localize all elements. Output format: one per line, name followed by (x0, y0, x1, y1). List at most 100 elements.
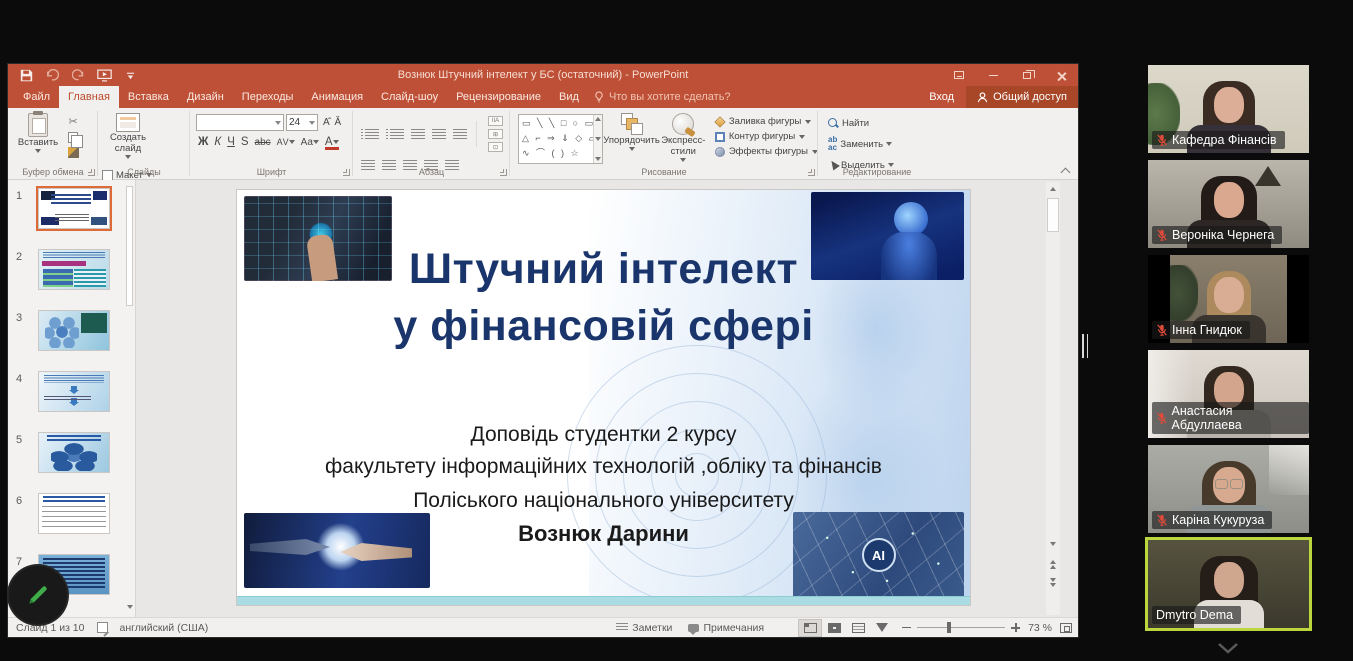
previous-slide-icon[interactable] (1046, 557, 1060, 571)
sign-in-button[interactable]: Вход (917, 91, 966, 103)
italic-button[interactable]: К (214, 136, 221, 148)
participant-tile[interactable]: Кафедра Фінансів (1148, 65, 1309, 153)
tab-slideshow[interactable]: Слайд-шоу (372, 86, 447, 108)
char-spacing-button[interactable]: АV (277, 137, 295, 147)
share-button[interactable]: Общий доступ (966, 86, 1078, 108)
text-direction-icon[interactable]: ІІА (488, 116, 503, 126)
zoom-slider-thumb[interactable] (947, 622, 951, 633)
slide-thumbnail-4[interactable]: 4 (8, 371, 135, 429)
find-button[interactable]: Найти (828, 115, 936, 131)
powerpoint-window: Вознюк Штучний інтелект у БС (остаточний… (8, 64, 1078, 637)
cut-icon[interactable]: ✂ (68, 115, 79, 128)
increase-indent-icon[interactable] (432, 129, 446, 140)
shape-outline-button[interactable]: Контур фигуры (715, 131, 818, 142)
language-indicator[interactable]: английский (США) (120, 622, 209, 634)
bullets-icon[interactable] (365, 129, 379, 140)
zoom-out-icon[interactable] (902, 627, 911, 629)
tab-animations[interactable]: Анимация (302, 86, 372, 108)
font-size-combo[interactable]: 24 (286, 114, 318, 131)
tab-design[interactable]: Дизайн (178, 86, 233, 108)
smartart-icon[interactable]: ⊡ (488, 142, 503, 152)
normal-view-button[interactable] (798, 619, 822, 637)
participant-tile[interactable]: Анастасия Абдуллаева (1148, 350, 1309, 438)
tell-me-box[interactable]: Что вы хотите сделать? (594, 86, 731, 108)
qat-customize-icon[interactable] (122, 68, 138, 82)
participant-tile[interactable]: Інна Гнидюк (1148, 255, 1309, 343)
annotation-tool-button[interactable] (9, 566, 67, 624)
save-icon[interactable] (18, 68, 34, 82)
tab-home[interactable]: Главная (59, 86, 119, 108)
participant-tile-active-speaker[interactable]: Dmytro Dema (1148, 540, 1309, 628)
tab-view[interactable]: Вид (550, 86, 588, 108)
slide-area-scrollbar[interactable] (1046, 182, 1060, 615)
shapes-gallery[interactable]: ▭ ╲ ╲ □ ○ ▭ △ ⌐ ⇒ ⇓ ◇ ▱ ∿ ⌒ ( ) ☆ (518, 114, 603, 164)
scroll-up-icon[interactable] (1046, 182, 1060, 196)
slide-thumbnail-2[interactable]: 2 (8, 249, 135, 307)
ai-badge: AI (862, 538, 896, 572)
strikethrough-button[interactable]: abc (255, 137, 271, 148)
collapse-ribbon-icon[interactable] (1060, 167, 1072, 175)
undo-icon[interactable] (44, 68, 60, 82)
shapes-scrollbar[interactable] (593, 115, 602, 163)
slide-thumbnail-6[interactable]: 6 (8, 493, 135, 551)
shadow-button[interactable]: S (241, 136, 249, 148)
replace-button[interactable]: abacЗаменить (828, 136, 936, 152)
scroll-down-icon[interactable] (1046, 537, 1060, 551)
font-name-combo[interactable] (196, 114, 284, 131)
tab-file[interactable]: Файл (14, 86, 59, 108)
participant-nametag: Вероніка Чернега (1152, 226, 1282, 244)
participant-tile[interactable]: Каріна Кукуруза (1148, 445, 1309, 533)
change-case-button[interactable]: Aa (301, 137, 319, 148)
decrease-indent-icon[interactable] (411, 129, 425, 140)
shape-fill-button[interactable]: Заливка фигуры (715, 116, 818, 127)
slide-sorter-view-button[interactable] (822, 619, 846, 637)
next-slide-icon[interactable] (1046, 575, 1060, 589)
clipboard-dialog-launcher-icon[interactable] (88, 169, 95, 176)
ribbon-display-options-icon[interactable] (942, 64, 976, 86)
zoom-percent[interactable]: 73 % (1028, 622, 1052, 634)
zoom-in-icon[interactable] (1011, 623, 1020, 632)
paragraph-dialog-launcher-icon[interactable] (500, 169, 507, 176)
font-color-button[interactable]: А (325, 136, 339, 148)
numbering-icon[interactable] (390, 129, 404, 140)
drawing-dialog-launcher-icon[interactable] (808, 169, 815, 176)
underline-button[interactable]: Ч (227, 136, 235, 148)
more-participants-button[interactable] (1214, 640, 1242, 656)
participant-tile[interactable]: Вероніка Чернега (1148, 160, 1309, 248)
thumbnail-scroll-down-icon[interactable] (127, 605, 133, 609)
redo-icon[interactable] (70, 68, 86, 82)
shape-effects-button[interactable]: Эффекты фигуры (715, 146, 818, 157)
format-painter-icon[interactable] (68, 147, 79, 158)
notes-button[interactable]: Заметки (612, 620, 676, 636)
grow-shrink-font-icon[interactable]: А̂ А̌ (323, 117, 342, 128)
reading-view-button[interactable] (846, 619, 870, 637)
tab-review[interactable]: Рецензирование (447, 86, 550, 108)
start-slideshow-icon[interactable] (96, 68, 112, 82)
slide-thumbnail-1[interactable]: 1 (8, 188, 135, 246)
font-dialog-launcher-icon[interactable] (343, 169, 350, 176)
slideshow-view-button[interactable] (870, 619, 894, 637)
line-spacing-icon[interactable] (453, 129, 467, 140)
slide-thumbnail-5[interactable]: 5 (8, 432, 135, 490)
restore-icon[interactable] (1010, 64, 1044, 86)
panel-resize-handle[interactable] (1082, 334, 1090, 358)
tab-transitions[interactable]: Переходы (233, 86, 303, 108)
notes-status-icon[interactable] (97, 622, 108, 633)
scrollbar-thumb[interactable] (1047, 198, 1059, 232)
comments-button[interactable]: Примечания (684, 620, 768, 636)
fit-slide-to-window-icon[interactable] (1060, 623, 1072, 633)
new-slide-button[interactable]: Создать слайд (104, 108, 152, 159)
slide-canvas[interactable]: Штучний інтелект у фінансовій сфері Допо… (237, 190, 970, 605)
align-text-icon[interactable]: ⊞ (488, 129, 503, 139)
thumbnail-scrollbar[interactable] (125, 186, 134, 586)
zoom-slider[interactable] (917, 627, 1005, 628)
copy-icon[interactable] (68, 132, 78, 143)
slide-body-line-3: Поліського національного університету (237, 489, 970, 513)
slide-thumbnail-3[interactable]: 3 (8, 310, 135, 368)
minimize-icon[interactable] (976, 64, 1010, 86)
mic-off-icon (1156, 412, 1168, 424)
paste-button[interactable]: Вставить (16, 108, 60, 153)
bold-button[interactable]: Ж (198, 136, 208, 148)
close-icon[interactable] (1044, 64, 1078, 86)
tab-insert[interactable]: Вставка (119, 86, 178, 108)
